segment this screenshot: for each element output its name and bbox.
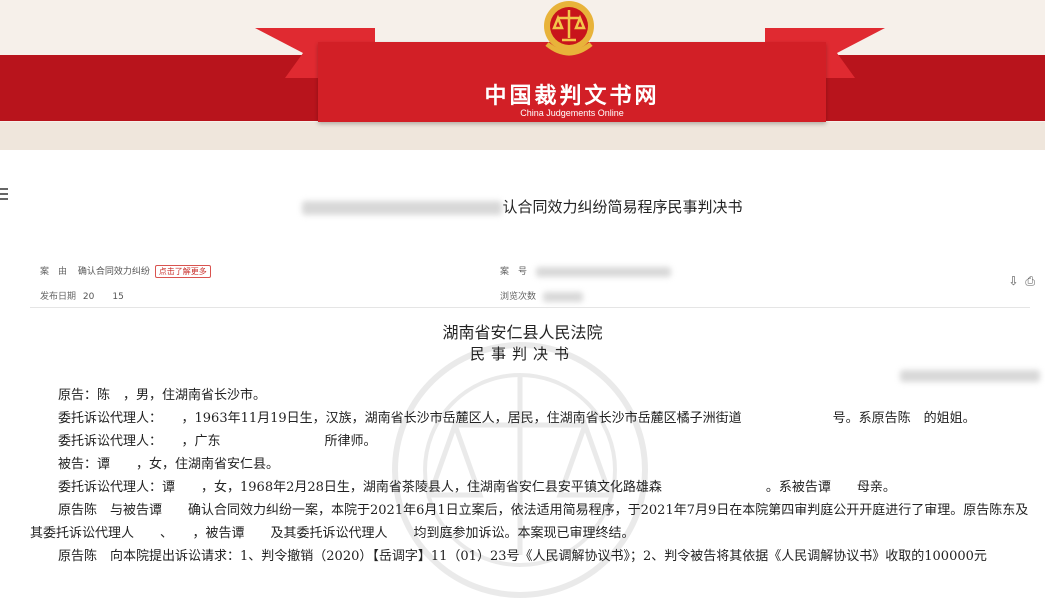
banner-bottom-strip xyxy=(0,122,1045,150)
learn-more-button[interactable]: 点击了解更多 xyxy=(154,265,211,278)
side-rail-bar xyxy=(0,193,8,195)
meta-case-no-label: 案 号 xyxy=(500,267,528,277)
site-title[interactable]: 中国裁判文书网 xyxy=(318,78,826,110)
meta-views-label: 浏览次数 xyxy=(500,292,537,302)
divider xyxy=(30,307,1030,308)
redacted-case-no xyxy=(535,266,671,277)
side-rail-bar xyxy=(0,188,8,190)
paragraph-claims: 原告陈 向本院提出诉讼请求：1、判令撤销（2020）【岳调字】11（01）23号… xyxy=(58,549,987,564)
document-title-text: 认合同效力纠纷简易程序民事判决书 xyxy=(502,198,743,216)
meta-views: 浏览次数 xyxy=(500,289,583,302)
meta-case-no: 案 号 xyxy=(500,264,671,277)
redacted-views xyxy=(542,291,583,302)
document-body: 原告：陈 ，男，住湖南省长沙市。 委托诉讼代理人： ，1963年11月19日生，… xyxy=(30,384,1038,568)
paragraph-case-summary: 原告陈 与被告谭 确认合同效力纠纷一案，本院于2021年6月1日立案后，依法适用… xyxy=(30,503,1029,541)
document-title: 认合同效力纠纷简易程序民事判决书 xyxy=(0,196,1045,217)
paragraph-defendant-agent: 委托诉讼代理人：谭 ，女，1968年2月28日生，湖南省茶陵县人，住湖南省安仁县… xyxy=(58,480,896,495)
meta-cause-label: 案 由 xyxy=(40,267,68,277)
meta-publish-label: 发布日期 xyxy=(40,292,77,302)
paragraph-agent-2: 委托诉讼代理人： ，广东 所律师。 xyxy=(58,434,377,449)
court-name: 湖南省安仁县人民法院 xyxy=(442,323,603,342)
redacted-right-block xyxy=(900,370,1040,382)
site-subtitle: China Judgements Online xyxy=(520,108,624,118)
redacted-title-prefix xyxy=(302,201,503,215)
meta-publish-value: 20 15 xyxy=(82,292,124,302)
meta-cause: 案 由 确认合同效力纠纷 点击了解更多 xyxy=(40,264,211,278)
paragraph-plaintiff: 原告：陈 ，男，住湖南省长沙市。 xyxy=(58,388,267,403)
court-emblem-icon xyxy=(544,1,594,56)
document-type: 民事判决书 xyxy=(469,345,575,363)
paragraph-defendant: 被告：谭 ，女，住湖南省安仁县。 xyxy=(58,457,280,472)
document-tools: ⇩ ⎙ xyxy=(1006,274,1036,289)
meta-cause-value: 确认合同效力纠纷 xyxy=(77,267,150,277)
meta-publish: 发布日期 20 15 xyxy=(40,289,124,302)
print-icon[interactable]: ⎙ xyxy=(1025,274,1035,288)
download-icon[interactable]: ⇩ xyxy=(1009,274,1019,288)
paragraph-agent-1: 委托诉讼代理人： ，1963年11月19日生，汉族，湖南省长沙市岳麓区人，居民，… xyxy=(58,411,976,426)
site-banner: 中国裁判文书网 China Judgements Online xyxy=(0,0,1045,150)
